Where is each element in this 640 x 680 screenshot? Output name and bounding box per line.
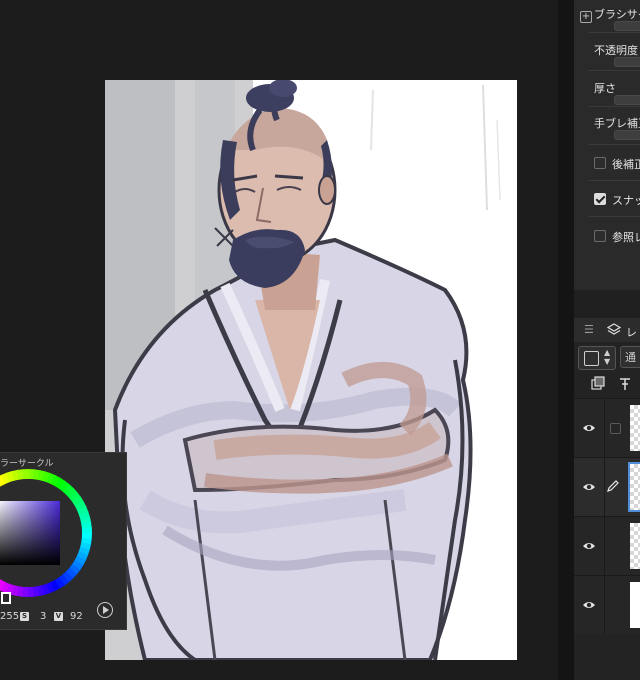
separator	[588, 216, 640, 217]
saturation-badge: S	[20, 612, 29, 621]
layer-row[interactable]	[574, 575, 640, 634]
reference-checkbox[interactable]	[594, 230, 606, 242]
opacity-label: 不透明度	[594, 44, 638, 57]
layers-icon[interactable]	[607, 323, 621, 337]
post-correction-checkbox[interactable]	[594, 157, 606, 169]
separator	[588, 144, 640, 145]
snap-label: スナップ	[612, 194, 640, 207]
separator	[604, 576, 605, 634]
layer-tool-row	[574, 374, 640, 398]
separator	[588, 32, 640, 33]
layer-thumbnail	[628, 462, 640, 512]
brush-size-slider[interactable]	[614, 21, 640, 31]
separator	[588, 106, 640, 107]
pen-icon	[607, 480, 619, 492]
post-correction-label: 後補正	[612, 158, 640, 171]
eye-icon[interactable]	[582, 539, 596, 553]
hue-marker[interactable]	[1, 592, 11, 604]
separator	[604, 458, 605, 516]
value-value: 92	[70, 611, 83, 622]
eye-icon[interactable]	[582, 421, 596, 435]
separator	[604, 399, 605, 457]
layer-thumbnail	[630, 582, 640, 628]
layer-lock-checkbox[interactable]	[610, 423, 621, 434]
layer-row[interactable]	[574, 398, 640, 457]
separator	[604, 517, 605, 575]
color-swatch-icon	[584, 351, 599, 366]
thickness-label: 厚さ	[594, 82, 616, 95]
separator	[588, 70, 640, 71]
new-layer-icon[interactable]	[590, 376, 606, 392]
list-icon[interactable]: ☰	[584, 323, 594, 336]
layer-panel-header: ☰ レ	[574, 318, 640, 342]
blend-mode-dropdown[interactable]: 通	[620, 346, 640, 368]
brush-size-label: ブラシサイ	[594, 8, 640, 21]
stabilization-label: 手ブレ補正	[594, 117, 640, 130]
color-circle-palette: ラーサークル 255 S 3 V 92	[0, 452, 127, 630]
value-badge: V	[54, 612, 63, 621]
tool-property-panel: + ブラシサイ 不透明度 厚さ 手ブレ補正 後補正 スナップ 参照レ	[574, 0, 640, 290]
layer-tab-label[interactable]: レ	[626, 324, 637, 340]
layer-color-dropdown[interactable]: ▲ ▼	[578, 346, 616, 370]
painting-artwork	[105, 80, 501, 660]
snap-checkbox[interactable]	[594, 193, 606, 205]
layer-thumbnail	[630, 405, 640, 451]
reference-label: 参照レ	[612, 231, 640, 244]
panel-gap	[574, 290, 640, 318]
drawing-canvas[interactable]	[105, 80, 517, 660]
layer-thumbnail	[630, 523, 640, 569]
opacity-slider[interactable]	[614, 57, 640, 67]
separator	[588, 180, 640, 181]
stabilization-slider[interactable]	[614, 130, 640, 140]
chevron-up-down-icon: ▲ ▼	[604, 348, 611, 366]
panel-divider	[558, 0, 574, 680]
eye-icon[interactable]	[582, 480, 596, 494]
layer-row[interactable]	[574, 516, 640, 575]
expand-icon[interactable]: +	[580, 11, 592, 23]
layer-panel: ☰ レ ▲ ▼ 通	[574, 318, 640, 680]
pin-icon[interactable]	[617, 376, 633, 392]
eye-icon[interactable]	[582, 598, 596, 612]
hue-value: 255	[0, 611, 20, 622]
layer-row-selected[interactable]	[574, 457, 640, 516]
blend-row: ▲ ▼ 通	[574, 344, 640, 372]
saturation-value: 3	[40, 611, 47, 622]
color-wheel[interactable]	[0, 467, 127, 607]
thickness-slider[interactable]	[614, 95, 640, 105]
play-icon[interactable]	[97, 602, 113, 618]
